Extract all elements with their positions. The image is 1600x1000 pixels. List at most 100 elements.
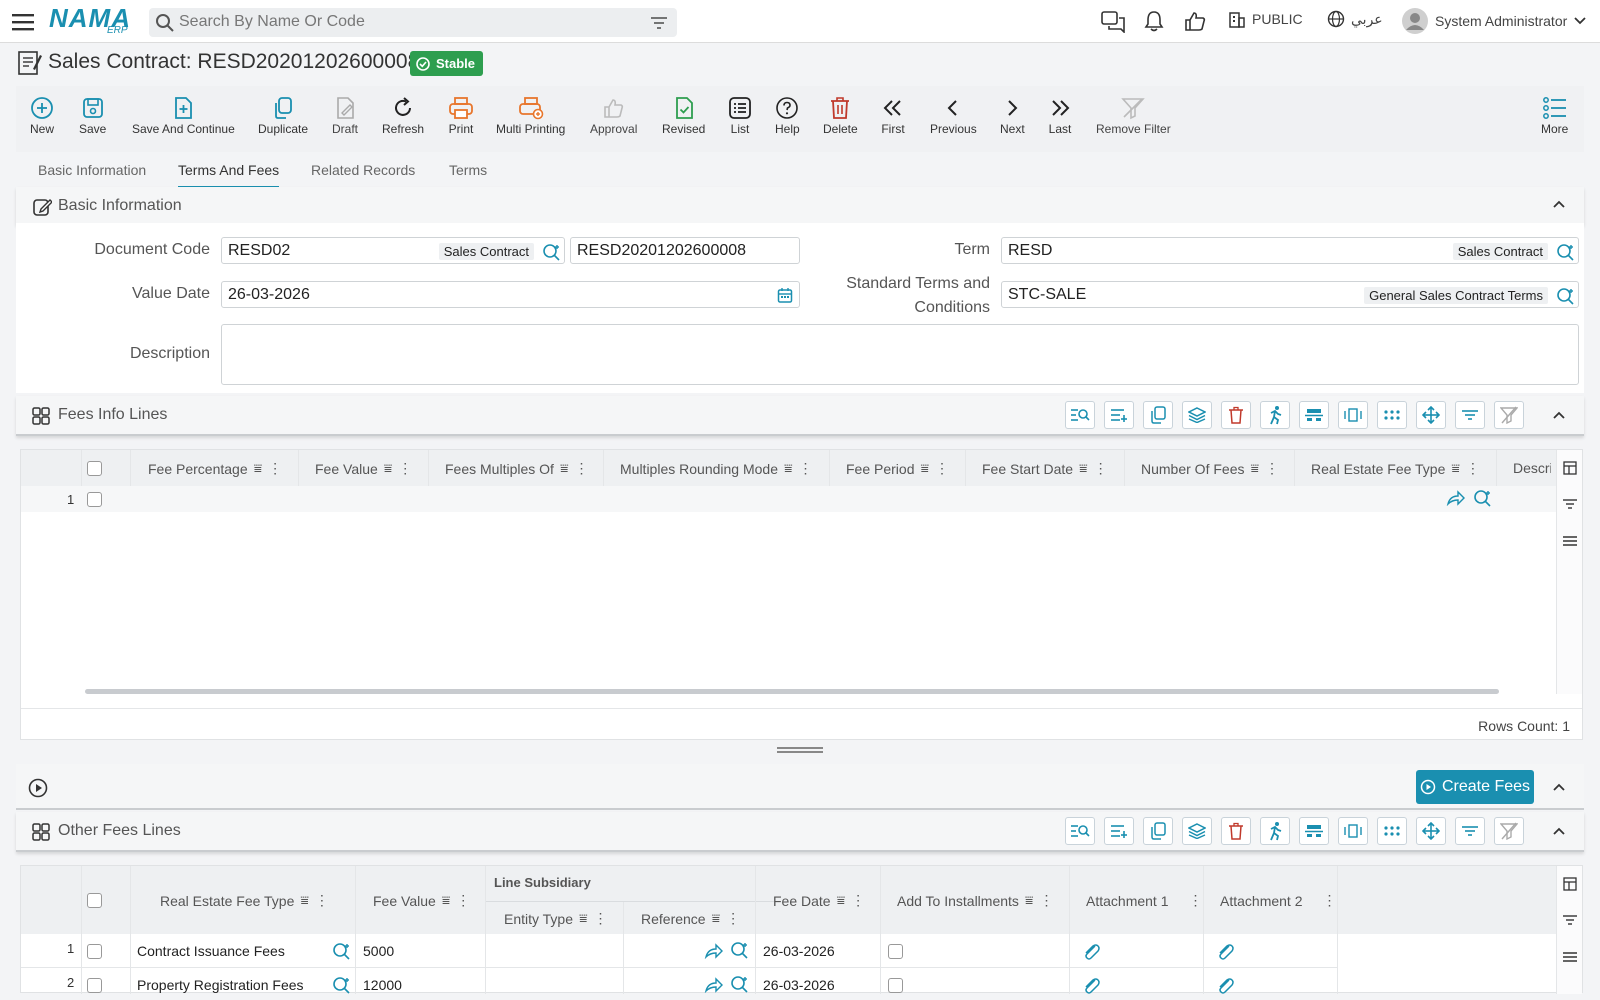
kebab-icon[interactable]: ⋮ — [851, 892, 865, 909]
revised-button[interactable]: Revised — [662, 94, 705, 136]
filter-icon[interactable]: ⩸ — [784, 460, 793, 477]
kebab-icon[interactable]: ⋮ — [398, 460, 412, 477]
bell-icon[interactable] — [1144, 10, 1164, 32]
select-all-checkbox[interactable] — [87, 893, 102, 908]
copy-line-button[interactable] — [1143, 817, 1173, 845]
col-number-of-fees[interactable]: Number Of Fees ⩸ ⋮ — [1141, 460, 1279, 477]
layers-button[interactable] — [1182, 817, 1212, 845]
kebab-icon[interactable]: ⋮ — [1466, 460, 1480, 477]
filter-icon[interactable]: ⩸ — [712, 910, 721, 927]
col-real-estate-fee-type[interactable]: Real Estate Fee Type ⩸ ⋮ — [160, 892, 329, 909]
duplicate-button[interactable]: Duplicate — [258, 94, 308, 136]
copy-line-button[interactable] — [1143, 401, 1173, 429]
filter-icon[interactable]: ⩸ — [300, 892, 309, 909]
add-line-button[interactable] — [1104, 401, 1134, 429]
columns-icon[interactable] — [1563, 877, 1577, 891]
share-arrow-icon[interactable] — [1446, 490, 1466, 506]
user-menu[interactable]: System Administrator — [1401, 7, 1587, 35]
kebab-icon[interactable]: ⋮ — [594, 910, 608, 927]
language-switch[interactable]: عربي — [1327, 10, 1383, 28]
col-fee-start-date[interactable]: Fee Start Date ⩸ ⋮ — [982, 460, 1108, 477]
grid-dots-button[interactable] — [1377, 401, 1407, 429]
lookup-icon[interactable] — [1556, 243, 1574, 261]
delete-line-button[interactable] — [1221, 817, 1251, 845]
add-to-installments-checkbox[interactable] — [888, 978, 903, 993]
chevron-up-icon[interactable] — [1552, 410, 1566, 420]
kebab-icon[interactable]: ⋮ — [935, 460, 949, 477]
filter-icon[interactable] — [1563, 498, 1577, 510]
split-button[interactable] — [1299, 817, 1329, 845]
lookup-icon[interactable] — [730, 941, 748, 959]
row-checkbox[interactable] — [87, 944, 102, 959]
col-fee-percentage[interactable]: Fee Percentage ⩸ ⋮ — [148, 460, 282, 477]
col-fee-value[interactable]: Fee Value ⩸ ⋮ — [373, 892, 470, 909]
kebab-icon[interactable]: ⋮ — [574, 460, 588, 477]
fee-date-cell[interactable]: 26-03-2026 — [763, 943, 835, 959]
add-to-installments-checkbox[interactable] — [888, 944, 903, 959]
run-action-button[interactable] — [1260, 401, 1290, 429]
filter-icon[interactable]: ⩸ — [384, 460, 393, 477]
value-date-field[interactable]: 26-03-2026 — [221, 281, 800, 308]
lookup-icon[interactable] — [332, 942, 350, 960]
kebab-icon[interactable]: ⋮ — [456, 892, 470, 909]
run-action-button[interactable] — [1260, 817, 1290, 845]
filter-icon[interactable]: ⩸ — [442, 892, 451, 909]
tab-related-records[interactable]: Related Records — [311, 162, 415, 186]
kebab-icon[interactable]: ⋮ — [315, 892, 329, 909]
kebab-icon[interactable]: ⋮ — [1094, 460, 1108, 477]
col-fee-value[interactable]: Fee Value ⩸ ⋮ — [315, 460, 412, 477]
lookup-icon[interactable] — [730, 975, 748, 993]
remove-filter-button[interactable]: Remove Filter — [1096, 94, 1171, 136]
filter-icon[interactable]: ⩸ — [920, 460, 929, 477]
col-multiples-rounding-mode[interactable]: Multiples Rounding Mode ⩸ ⋮ — [620, 460, 813, 477]
split-button[interactable] — [1299, 401, 1329, 429]
grid-remove-filter-button[interactable] — [1494, 401, 1524, 429]
standard-terms-field[interactable]: STC-SALE General Sales Contract Terms — [1001, 281, 1579, 308]
fee-date-cell[interactable]: 26-03-2026 — [763, 977, 835, 993]
grid-filter-button[interactable] — [1455, 401, 1485, 429]
multi-printing-button[interactable]: Multi Printing — [496, 94, 565, 136]
move-button[interactable] — [1416, 401, 1446, 429]
grid-dots-button[interactable] — [1377, 817, 1407, 845]
filter-icon[interactable]: ⩸ — [560, 460, 569, 477]
delete-line-button[interactable] — [1221, 401, 1251, 429]
col-reference[interactable]: Reference ⩸ ⋮ — [641, 910, 740, 927]
kebab-icon[interactable]: ⋮ — [1039, 892, 1053, 909]
share-arrow-icon[interactable] — [704, 977, 724, 993]
save-button[interactable]: Save — [79, 94, 106, 136]
fit-columns-button[interactable] — [1338, 401, 1368, 429]
more-button[interactable]: More — [1541, 94, 1568, 136]
chat-icon[interactable] — [1101, 11, 1125, 33]
kebab-icon[interactable]: ⋮ — [726, 910, 740, 927]
fee-value-cell[interactable]: 5000 — [363, 943, 394, 959]
col-fee-date[interactable]: Fee Date ⩸ ⋮ — [773, 892, 865, 909]
col-attachment-2[interactable]: Attachment 2 ⋮ — [1220, 892, 1337, 909]
draft-button[interactable]: Draft — [332, 94, 358, 136]
save-and-continue-button[interactable]: Save And Continue — [132, 94, 235, 136]
filter-icon[interactable]: ⩸ — [254, 460, 263, 477]
search-input[interactable]: Search By Name Or Code — [149, 8, 677, 37]
print-button[interactable]: Print — [448, 94, 474, 136]
calendar-icon[interactable] — [777, 287, 793, 303]
thumbs-up-icon[interactable] — [1184, 10, 1206, 32]
lookup-icon[interactable] — [332, 976, 350, 994]
menu-icon[interactable] — [1563, 951, 1577, 963]
chevron-up-icon[interactable] — [1552, 199, 1566, 209]
play-circle-icon[interactable] — [28, 778, 48, 798]
fee-type-cell[interactable]: Property Registration Fees — [137, 977, 304, 993]
new-button[interactable]: New — [30, 94, 54, 136]
description-field[interactable] — [221, 324, 1579, 385]
col-fee-period[interactable]: Fee Period ⩸ ⋮ — [846, 460, 949, 477]
filter-icon[interactable] — [1563, 914, 1577, 926]
table-row[interactable] — [21, 486, 1556, 512]
col-real-estate-fee-type[interactable]: Real Estate Fee Type ⩸ ⋮ — [1311, 460, 1480, 477]
kebab-icon[interactable]: ⋮ — [799, 460, 813, 477]
select-all-checkbox[interactable] — [87, 461, 102, 476]
next-button[interactable]: Next — [1000, 94, 1025, 136]
row-checkbox[interactable] — [87, 492, 102, 507]
add-line-button[interactable] — [1104, 817, 1134, 845]
paperclip-icon[interactable] — [1216, 942, 1234, 960]
col-attachment-1[interactable]: Attachment 1 ⋮ — [1086, 892, 1203, 909]
fit-columns-button[interactable] — [1338, 817, 1368, 845]
filter-icon[interactable] — [651, 16, 667, 30]
